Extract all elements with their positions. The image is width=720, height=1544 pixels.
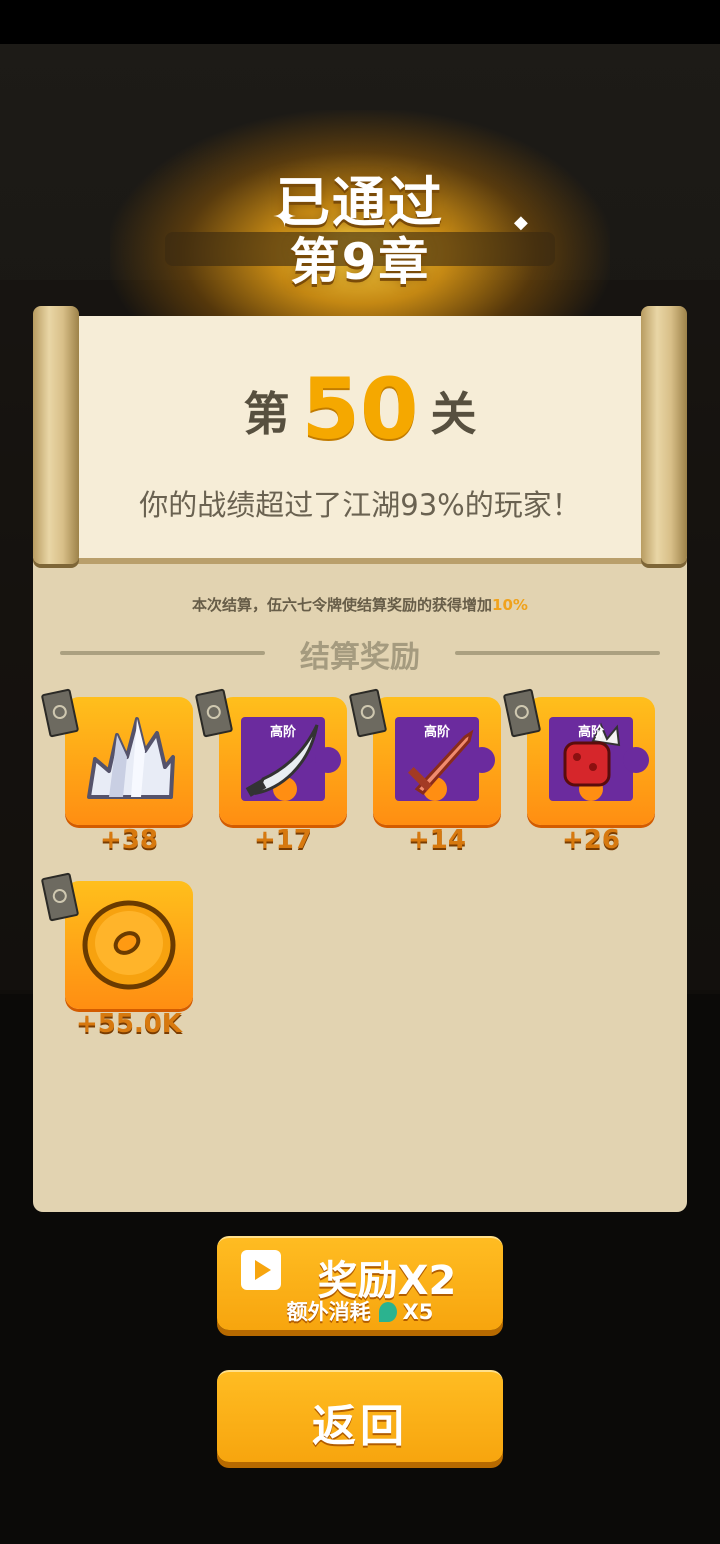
reward-card: 高阶 <box>219 697 347 825</box>
play-video-icon <box>241 1250 281 1290</box>
reward-card <box>65 697 193 825</box>
reward-quantity: +38 <box>100 825 158 855</box>
status-bar <box>0 0 720 44</box>
bonus-note-text: 本次结算，伍六七令牌使结算奖励的获得增加 <box>192 596 493 614</box>
reward-card <box>65 881 193 1009</box>
sword-fragment-icon <box>407 729 474 801</box>
reward-card: 高阶 <box>373 697 501 825</box>
divider-left <box>60 651 265 655</box>
extra-cost-label: 额外消耗 X5 <box>217 1296 503 1326</box>
reward-quantity: +17 <box>254 825 312 855</box>
grade-label: 高阶 <box>423 725 450 740</box>
bonus-note: 本次结算，伍六七令牌使结算奖励的获得增加10% <box>33 594 687 615</box>
section-title: 结算奖励 <box>300 640 420 675</box>
gem-icon <box>378 1302 397 1322</box>
double-reward-button[interactable]: 奖励X2 额外消耗 X5 <box>217 1236 503 1330</box>
bonus-percent: 10% <box>492 596 528 614</box>
chapter-number-title: 第9章 <box>289 233 431 291</box>
back-label: 返回 <box>312 1401 408 1452</box>
rank-text: 你的战绩超过了江湖93%的玩家！ <box>139 488 581 522</box>
divider-right <box>455 651 660 655</box>
grade-label: 高阶 <box>577 725 604 740</box>
extra-cost-text: 额外消耗 <box>286 1300 371 1324</box>
crystal-icon <box>87 717 175 799</box>
level-number: 50 <box>301 360 419 458</box>
reward-card: 高阶 <box>527 697 655 825</box>
sparkle-icon: ◆ <box>514 212 528 233</box>
sparkle-icon: ✦ <box>272 200 298 235</box>
reward-quantity: +26 <box>562 825 620 855</box>
reward-quantity: +14 <box>408 825 466 855</box>
reward-quantity: +55.0K <box>75 1009 183 1039</box>
back-button[interactable]: 返回 <box>217 1370 503 1462</box>
glove-fragment-icon <box>563 722 621 801</box>
grade-label: 高阶 <box>269 725 296 740</box>
level-prefix: 第 <box>243 387 290 441</box>
saber-fragment-icon <box>245 724 319 801</box>
extra-cost-amount: X5 <box>402 1300 434 1324</box>
coin-icon <box>82 900 176 990</box>
level-label: 第 50 关 <box>60 360 660 458</box>
level-suffix: 关 <box>430 387 477 441</box>
